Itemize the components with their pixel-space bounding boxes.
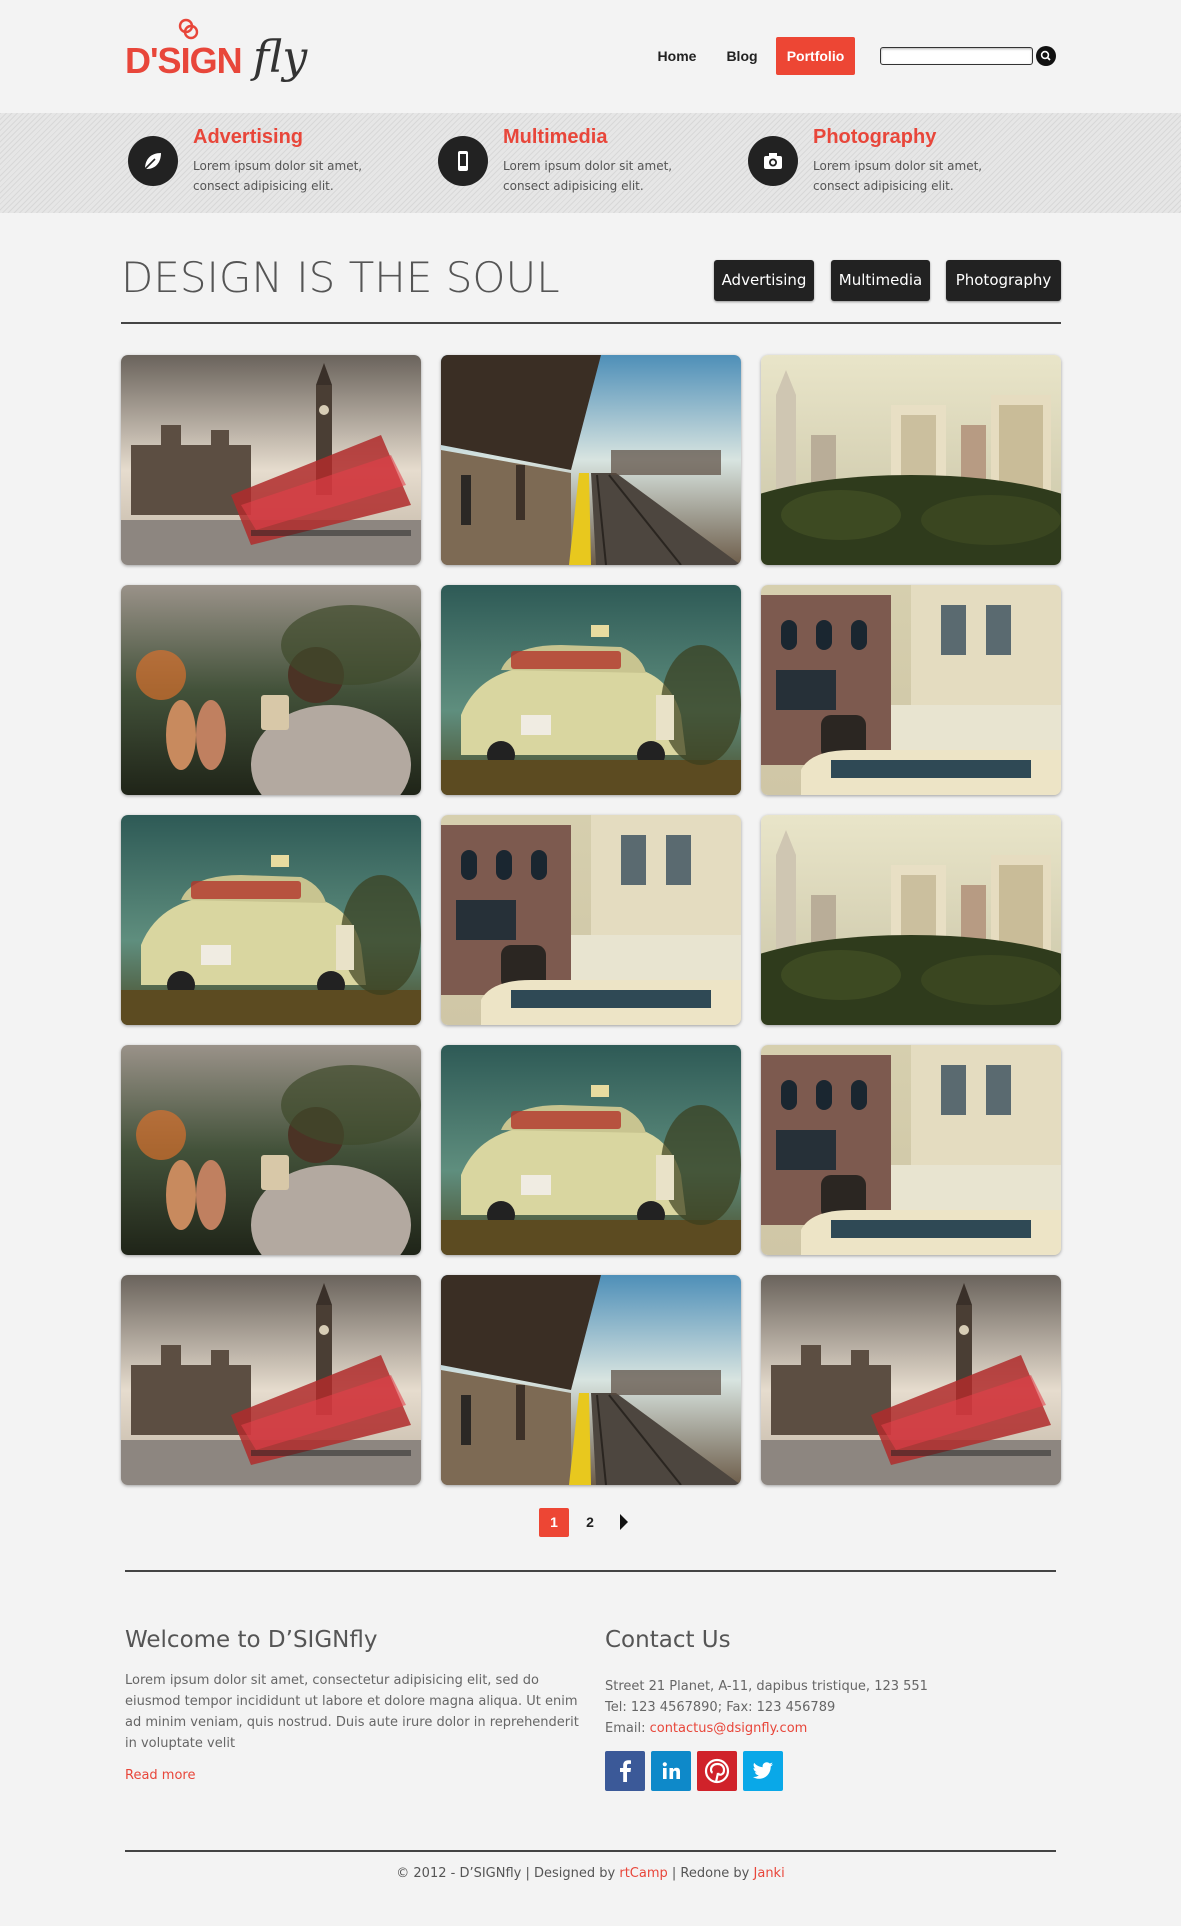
photo-image bbox=[441, 585, 741, 795]
leaf-icon bbox=[128, 136, 178, 186]
page: D'SIGN fly Home Blog Portfolio Advertisi… bbox=[0, 0, 1181, 1926]
designer-link[interactable]: rtCamp bbox=[619, 1866, 667, 1881]
page-1-button[interactable]: 1 bbox=[539, 1508, 569, 1537]
search-button[interactable] bbox=[1036, 46, 1056, 66]
portfolio-photo-city-skyline[interactable] bbox=[761, 355, 1061, 565]
nav-blog[interactable]: Blog bbox=[718, 37, 766, 75]
search-icon bbox=[1040, 50, 1051, 61]
photo-image bbox=[761, 1275, 1061, 1485]
next-page-icon[interactable] bbox=[620, 1514, 628, 1530]
feature-photography: Photography Lorem ipsum dolor sit amet, … bbox=[748, 113, 1048, 213]
redone-link[interactable]: Janki bbox=[754, 1866, 785, 1881]
portfolio-title: DESIGN IS THE SOUL bbox=[121, 253, 560, 302]
photo-image bbox=[441, 355, 741, 565]
portfolio-photo-vintage-taxi[interactable] bbox=[441, 1045, 741, 1255]
facebook-button[interactable] bbox=[605, 1751, 645, 1791]
portfolio-photo-photographer[interactable] bbox=[121, 585, 421, 795]
linkedin-button[interactable] bbox=[651, 1751, 691, 1791]
photo-image bbox=[441, 815, 741, 1025]
photo-image bbox=[441, 1275, 741, 1485]
feature-title: Advertising bbox=[193, 126, 304, 148]
photo-image bbox=[121, 815, 421, 1025]
photo-image bbox=[761, 355, 1061, 565]
contact-title: Contact Us bbox=[605, 1627, 731, 1653]
photo-image bbox=[121, 1045, 421, 1255]
pinterest-icon bbox=[704, 1758, 730, 1784]
read-more-link[interactable]: Read more bbox=[125, 1765, 195, 1786]
nav-home[interactable]: Home bbox=[652, 37, 702, 75]
portfolio-photo-london-bus[interactable] bbox=[761, 1275, 1061, 1485]
divider bbox=[125, 1850, 1056, 1852]
contact-email-row: Email: contactus@dsignfly.com bbox=[605, 1718, 807, 1739]
linkedin-icon bbox=[662, 1762, 680, 1779]
feature-text: Lorem ipsum dolor sit amet, consect adip… bbox=[813, 159, 983, 193]
pinterest-button[interactable] bbox=[697, 1751, 737, 1791]
welcome-title: Welcome to D’SIGNfly bbox=[125, 1627, 378, 1653]
divider bbox=[121, 322, 1061, 324]
feature-title: Photography bbox=[813, 126, 937, 148]
filter-photography[interactable]: Photography bbox=[946, 260, 1061, 301]
portfolio-photo-building-van[interactable] bbox=[761, 1045, 1061, 1255]
photo-image bbox=[441, 1045, 741, 1255]
filter-advertising[interactable]: Advertising bbox=[714, 260, 814, 301]
portfolio-photo-building-van[interactable] bbox=[441, 815, 741, 1025]
twitter-button[interactable] bbox=[743, 1751, 783, 1791]
photo-image bbox=[761, 585, 1061, 795]
features-band: Advertising Lorem ipsum dolor sit amet, … bbox=[0, 113, 1181, 213]
logo-mark-icon bbox=[178, 18, 199, 40]
nav-portfolio[interactable]: Portfolio bbox=[776, 37, 855, 75]
camera-icon bbox=[748, 136, 798, 186]
photo-image bbox=[121, 355, 421, 565]
portfolio-photo-train-station[interactable] bbox=[441, 355, 741, 565]
portfolio-photo-train-station[interactable] bbox=[441, 1275, 741, 1485]
search-input[interactable] bbox=[880, 47, 1033, 65]
feature-advertising: Advertising Lorem ipsum dolor sit amet, … bbox=[128, 113, 428, 213]
feature-title: Multimedia bbox=[503, 126, 608, 148]
feature-text: Lorem ipsum dolor sit amet, consect adip… bbox=[503, 159, 673, 193]
copyright-separator: | Redone by bbox=[667, 1866, 754, 1881]
contact-email-link[interactable]: contactus@dsignfly.com bbox=[650, 1721, 808, 1736]
logo-dsign-text: D'SIGN bbox=[125, 40, 243, 81]
feature-multimedia: Multimedia Lorem ipsum dolor sit amet, c… bbox=[438, 113, 738, 213]
portfolio-photo-vintage-taxi[interactable] bbox=[441, 585, 741, 795]
twitter-icon bbox=[752, 1762, 773, 1779]
contact-phone: Tel: 123 4567890; Fax: 123 456789 bbox=[605, 1700, 836, 1715]
photo-image bbox=[761, 1045, 1061, 1255]
welcome-text: Lorem ipsum dolor sit amet, consectetur … bbox=[125, 1673, 579, 1751]
feature-text: Lorem ipsum dolor sit amet, consect adip… bbox=[193, 159, 363, 193]
mobile-icon bbox=[438, 136, 488, 186]
portfolio-photo-city-skyline[interactable] bbox=[761, 815, 1061, 1025]
portfolio-photo-photographer[interactable] bbox=[121, 1045, 421, 1255]
portfolio-photo-london-bus[interactable] bbox=[121, 1275, 421, 1485]
logo[interactable]: D'SIGN fly bbox=[125, 18, 310, 98]
photo-image bbox=[121, 1275, 421, 1485]
copyright-text: © 2012 - D’SIGNfly | Designed by bbox=[396, 1866, 620, 1881]
filter-multimedia[interactable]: Multimedia bbox=[831, 260, 930, 301]
logo-fly-text: fly bbox=[253, 32, 308, 83]
facebook-icon bbox=[620, 1760, 631, 1782]
page-2-button[interactable]: 2 bbox=[575, 1508, 605, 1537]
photo-image bbox=[761, 815, 1061, 1025]
photo-image bbox=[121, 585, 421, 795]
contact-address: Street 21 Planet, A-11, dapibus tristiqu… bbox=[605, 1679, 928, 1694]
copyright: © 2012 - D’SIGNfly | Designed by rtCamp … bbox=[0, 1866, 1181, 1881]
contact-email-label: Email: bbox=[605, 1721, 650, 1736]
portfolio-photo-london-bus[interactable] bbox=[121, 355, 421, 565]
portfolio-photo-vintage-taxi[interactable] bbox=[121, 815, 421, 1025]
divider bbox=[125, 1570, 1056, 1572]
portfolio-photo-building-van[interactable] bbox=[761, 585, 1061, 795]
